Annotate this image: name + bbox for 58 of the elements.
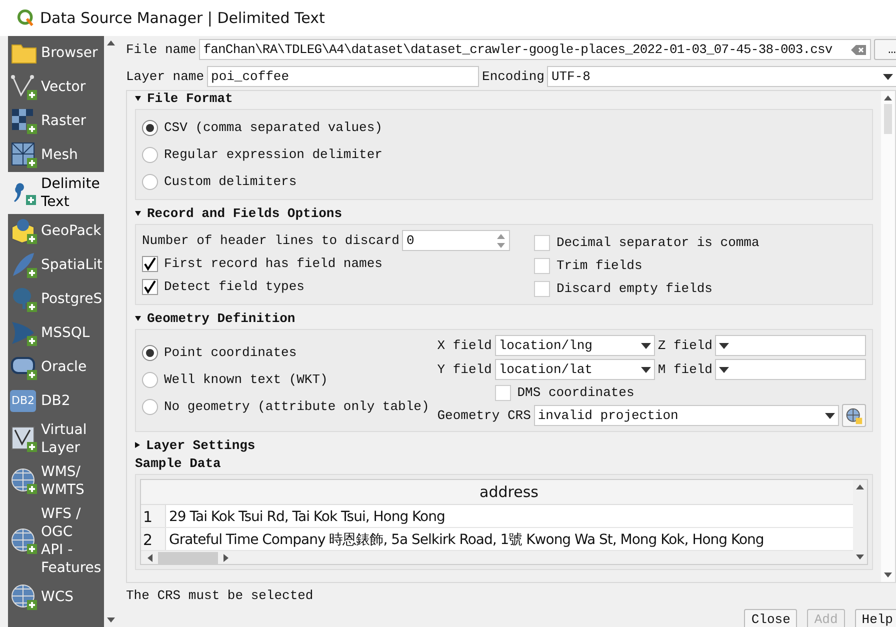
sidebar-item[interactable]: Delimite Text: [8, 172, 104, 214]
field-label: Layer name: [126, 69, 204, 84]
checkbox-label[interactable]: DMS coordinates: [517, 385, 634, 400]
crs-dropdown[interactable]: invalid projection: [534, 405, 839, 426]
field-label: Number of header lines to discard: [142, 233, 400, 248]
field-label: File name: [126, 42, 196, 57]
dialog-button[interactable]: Close: [744, 609, 798, 627]
radio-label[interactable]: CSV (comma separated values): [164, 120, 382, 135]
section-header[interactable]: Record and Fields Options: [135, 202, 873, 224]
db2-badge: DB2: [10, 390, 36, 412]
sidebar-item[interactable]: Oracle: [8, 350, 104, 384]
row-number: 1: [141, 505, 166, 528]
dialog-button[interactable]: Help: [854, 609, 896, 627]
field-label: Z field: [658, 338, 712, 353]
sidebar-item[interactable]: Mesh: [8, 138, 104, 172]
y-field-dropdown[interactable]: location/lat: [494, 359, 655, 380]
sidebar-item[interactable]: Raster: [8, 104, 104, 138]
sidebar-item[interactable]: WCS: [8, 580, 104, 614]
field-label: Geometry CRS: [437, 408, 531, 423]
section-title: Sample Data: [135, 456, 222, 471]
checkbox-label[interactable]: Detect field types: [164, 279, 304, 294]
section-header[interactable]: File Format: [135, 91, 873, 109]
radio-label[interactable]: Point coordinates: [164, 345, 297, 360]
x-field-dropdown[interactable]: location/lng: [494, 335, 655, 356]
checkbox-label[interactable]: Trim fields: [556, 258, 642, 273]
header-lines-spinbox[interactable]: 0: [402, 230, 510, 251]
file-path-field[interactable]: fanChan\RA\TDLEG\A4\dataset\dataset_crawler-google-places_2022-01-03_07-45-38-003.csv: [199, 39, 871, 60]
layer-name-field[interactable]: poi_coffee: [207, 66, 480, 87]
radio-label[interactable]: Well known text (WKT): [164, 372, 328, 387]
sidebar-item[interactable]: MSSQL: [8, 316, 104, 350]
radio-label[interactable]: Custom delimiters: [164, 174, 297, 189]
table-cell-text: Grateful Time Company 時恩錶飾, 5a Selkirk Road, 1號 Kwong Wa St, Mong Kok, Hong Kong: [168, 531, 764, 550]
sidebar-item[interactable]: GeoPack: [8, 214, 104, 248]
section-header[interactable]: Geometry Definition: [135, 307, 873, 329]
field-label: M field: [658, 362, 712, 377]
checkbox-label[interactable]: Decimal separator is comma: [556, 235, 760, 250]
sidebar-item[interactable]: WFS / OGC API - Features: [8, 502, 104, 580]
sidebar-item[interactable]: WMS/ WMTS: [8, 460, 104, 502]
status-message: The CRS must be selected: [126, 587, 314, 605]
radio-label[interactable]: Regular expression delimiter: [164, 147, 382, 162]
checkbox-label[interactable]: First record has field names: [164, 256, 382, 271]
field-label: Encoding: [482, 69, 544, 84]
window-title: Data Source Manager | Delimited Text: [40, 9, 325, 27]
sidebar-item[interactable]: PostgreS: [8, 282, 104, 316]
encoding-dropdown[interactable]: UTF-8: [547, 66, 896, 87]
section-header[interactable]: Layer Settings: [135, 434, 873, 456]
field-label: Y field: [437, 362, 492, 377]
row-number: 2: [141, 528, 166, 550]
sidebar-item[interactable]: Virtual Layer: [8, 418, 104, 460]
sidebar-item[interactable]: SpatiaLit: [8, 248, 104, 282]
sidebar-item[interactable]: Vector: [8, 70, 104, 104]
radio-label[interactable]: No geometry (attribute only table): [164, 399, 430, 414]
checkbox-label[interactable]: Discard empty fields: [556, 281, 712, 296]
table-cell-text: 29 Tai Kok Tsui Rd, Tai Kok Tsui, Hong Kong: [168, 508, 445, 527]
sidebar-item[interactable]: Browser: [8, 36, 104, 70]
sidebar-item[interactable]: DB2 DB2: [8, 384, 104, 418]
field-label: X field: [437, 338, 492, 353]
browse-button[interactable]: …: [874, 39, 896, 60]
